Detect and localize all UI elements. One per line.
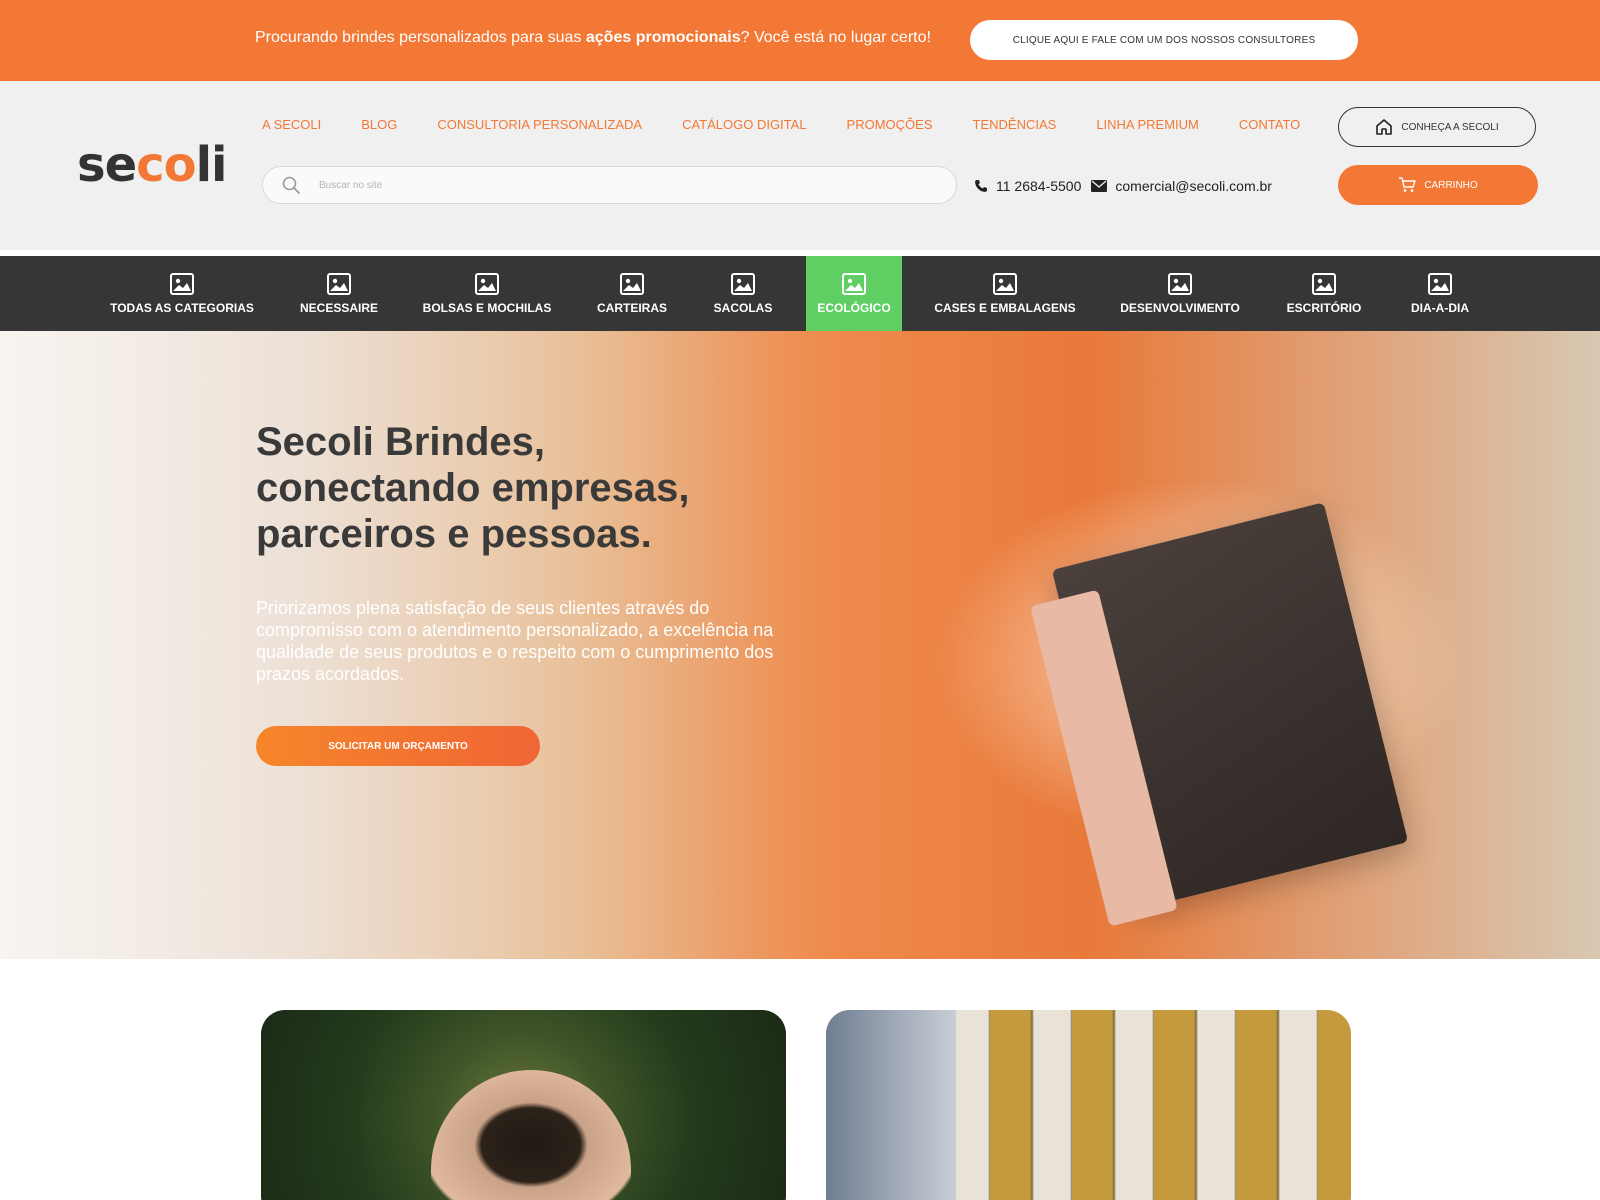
envelope-icon <box>1091 180 1108 192</box>
nav-link-contato[interactable]: CONTATO <box>1239 117 1300 132</box>
logo-part-1: se <box>77 137 137 193</box>
category-todas[interactable]: TODAS AS CATEGORIAS <box>96 256 268 331</box>
category-carteiras[interactable]: CARTEIRAS <box>584 256 680 331</box>
image-icon <box>475 272 499 295</box>
image-icon <box>327 272 351 295</box>
category-dia-a-dia[interactable]: DIA-A-DIA <box>1396 256 1484 331</box>
nav-link-a-secoli[interactable]: A SECOLI <box>262 117 321 132</box>
category-label: CASES E EMBALAGENS <box>934 300 1076 315</box>
category-label: NECESSAIRE <box>299 300 379 315</box>
nav-link-promocoes[interactable]: PROMOÇÕES <box>847 117 933 132</box>
nav-link-catalogo[interactable]: CATÁLOGO DIGITAL <box>682 117 806 132</box>
category-sacolas[interactable]: SACOLAS <box>700 256 786 331</box>
image-icon <box>1428 272 1452 295</box>
cart-icon <box>1398 177 1417 193</box>
ecologico-feature-card[interactable] <box>261 1010 786 1200</box>
search-icon[interactable] <box>263 176 319 194</box>
search-bar <box>262 166 957 204</box>
promo-text-prefix: Procurando brindes personalizados para s… <box>255 29 586 46</box>
phone-number[interactable]: 11 2684-5500 <box>996 178 1081 194</box>
hero-description: Priorizamos plena satisfação de seus cli… <box>256 598 774 684</box>
phone-icon <box>974 179 988 193</box>
category-label: ESCRITÓRIO <box>1286 300 1362 315</box>
image-icon <box>993 272 1017 295</box>
category-label: DESENVOLVIMENTO <box>1120 300 1240 315</box>
cart-label: CARRINHO <box>1424 179 1478 191</box>
promo-text: Procurando brindes personalizados para s… <box>255 29 931 47</box>
image-icon <box>1312 272 1336 295</box>
category-bar: TODAS AS CATEGORIAS NECESSAIRE BOLSAS E … <box>0 256 1600 331</box>
image-icon <box>731 272 755 295</box>
category-cases-embalagens[interactable]: CASES E EMBALAGENS <box>926 256 1084 331</box>
cart-button[interactable]: CARRINHO <box>1338 165 1538 205</box>
category-ecologico[interactable]: ECOLÓGICO <box>806 256 902 331</box>
hero-title-line: conectando empresas, <box>256 466 690 510</box>
image-icon <box>842 272 866 295</box>
hero-title-line: parceiros e pessoas. <box>256 512 652 556</box>
email-address[interactable]: comercial@secoli.com.br <box>1115 178 1272 194</box>
promo-bar: Procurando brindes personalizados para s… <box>0 0 1600 81</box>
secoli-logo[interactable]: secoli <box>77 141 227 189</box>
materials-feature-card[interactable] <box>826 1010 1351 1200</box>
nav-link-tendencias[interactable]: TENDÊNCIAS <box>973 117 1057 132</box>
promo-text-suffix: ? Você está no lugar certo! <box>740 29 931 46</box>
nav-link-blog[interactable]: BLOG <box>361 117 397 132</box>
consultant-contact-button[interactable]: CLIQUE AQUI E FALE COM UM DOS NOSSOS CON… <box>970 20 1358 60</box>
request-quote-button[interactable]: SOLICITAR UM ORÇAMENTO <box>256 726 540 766</box>
about-secoli-button[interactable]: CONHEÇA A SECOLI <box>1338 107 1536 147</box>
about-secoli-label: CONHEÇA A SECOLI <box>1401 121 1499 133</box>
hero-title: Secoli Brindes, conectando empresas, par… <box>256 419 690 557</box>
image-icon <box>1168 272 1192 295</box>
hero-wallet-image <box>1051 502 1409 910</box>
main-nav: A SECOLI BLOG CONSULTORIA PERSONALIZADA … <box>262 117 1340 132</box>
category-necessaire[interactable]: NECESSAIRE <box>288 256 390 331</box>
logo-part-3: li <box>195 137 228 193</box>
category-bolsas-mochilas[interactable]: BOLSAS E MOCHILAS <box>412 256 562 331</box>
category-label: CARTEIRAS <box>596 300 667 315</box>
category-label: ECOLÓGICO <box>817 300 891 315</box>
search-input[interactable] <box>319 179 919 191</box>
logo-part-2: co <box>136 137 196 193</box>
category-escritorio[interactable]: ESCRITÓRIO <box>1274 256 1374 331</box>
hero-title-line: Secoli Brindes, <box>256 420 545 464</box>
hands-plant-image <box>431 1070 631 1200</box>
contact-info: 11 2684-5500 comercial@secoli.com.br <box>974 178 1272 194</box>
category-label: DIA-A-DIA <box>1411 300 1469 315</box>
site-header: secoli A SECOLI BLOG CONSULTORIA PERSONA… <box>0 81 1600 250</box>
image-icon <box>620 272 644 295</box>
nav-link-consultoria[interactable]: CONSULTORIA PERSONALIZADA <box>437 117 642 132</box>
category-label: SACOLAS <box>713 300 773 315</box>
promo-text-bold: ações promocionais <box>585 29 741 46</box>
nav-link-linha-premium[interactable]: LINHA PREMIUM <box>1096 117 1199 132</box>
category-desenvolvimento[interactable]: DESENVOLVIMENTO <box>1110 256 1250 331</box>
factory-image <box>826 1010 956 1200</box>
home-icon <box>1375 118 1393 136</box>
category-label: TODAS AS CATEGORIAS <box>110 300 254 315</box>
image-icon <box>170 272 194 295</box>
category-label: BOLSAS E MOCHILAS <box>422 300 552 315</box>
hero-banner: Secoli Brindes, conectando empresas, par… <box>0 331 1600 959</box>
